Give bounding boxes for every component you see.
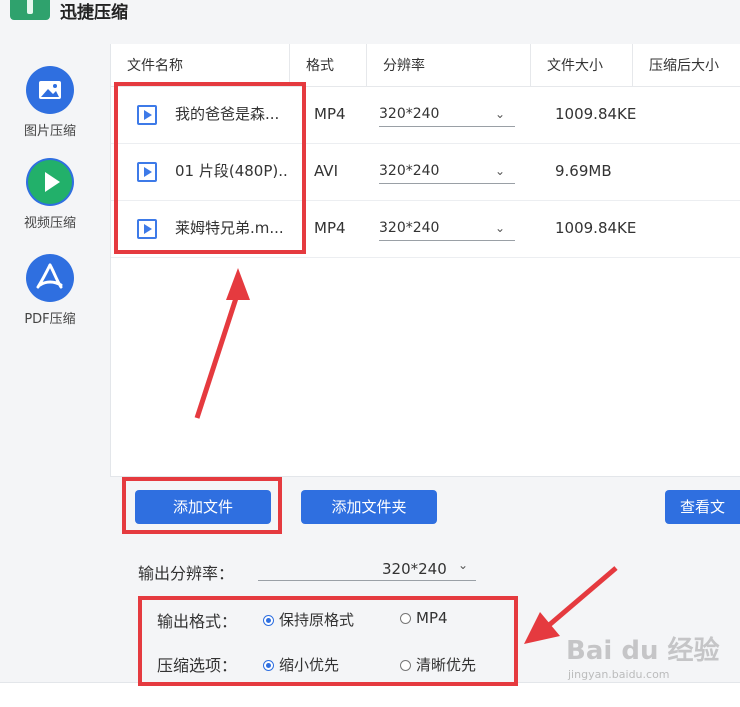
- annotation-arrow-left: [546, 566, 618, 628]
- watermark-url: jingyan.baidu.com: [568, 668, 670, 681]
- annotation-arrow-up: [194, 291, 241, 419]
- annotation-arrows: [194, 268, 618, 644]
- annotation-arrowhead-left: [524, 612, 560, 644]
- annotation-arrowhead-up: [226, 268, 250, 300]
- watermark: Bai du 经验: [566, 636, 720, 666]
